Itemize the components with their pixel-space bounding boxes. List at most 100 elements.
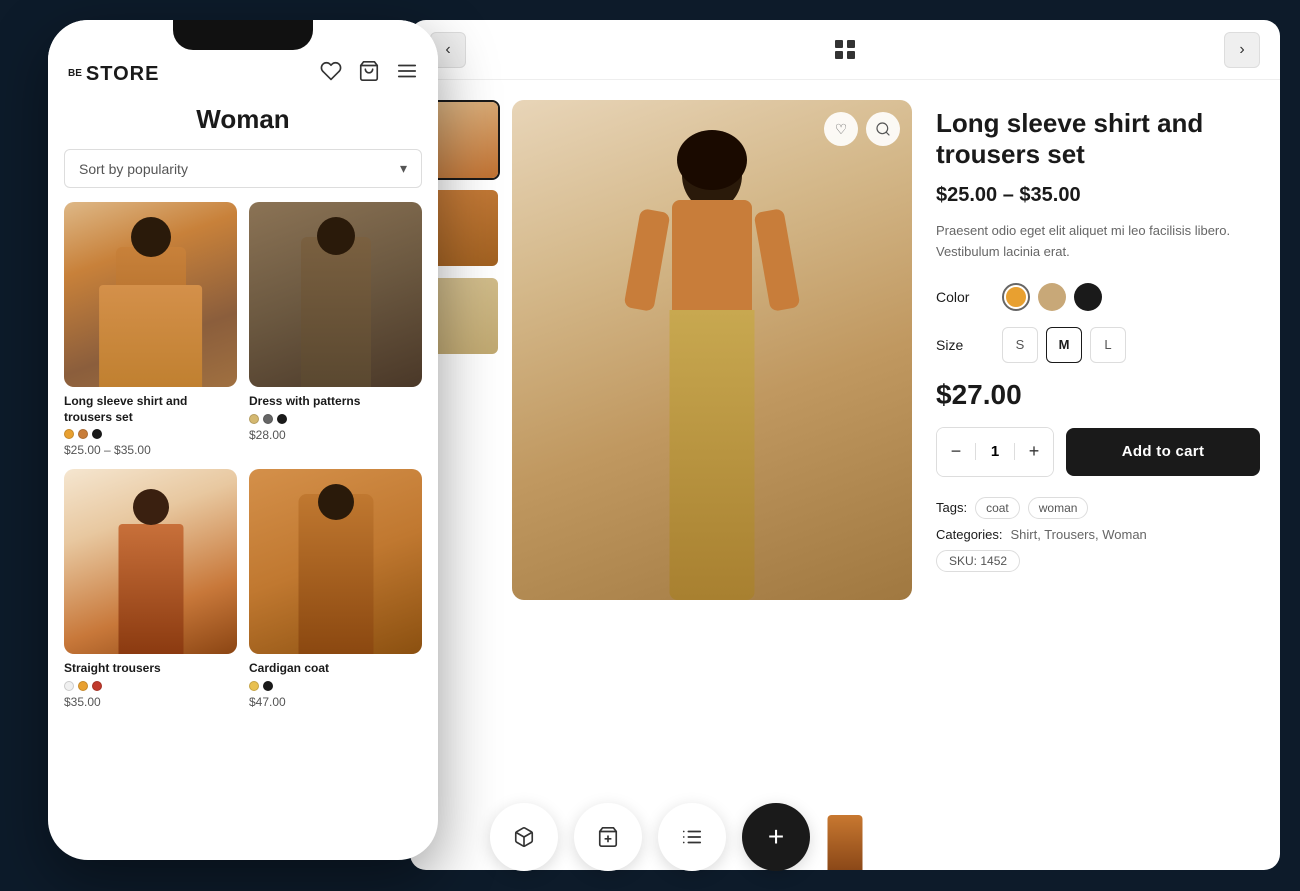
grid-cell [835,40,843,48]
color-options [1002,283,1102,311]
phone-inner: BE STORE Woman Sort by popularity ▾ [48,20,438,860]
cart-row: − 1 + Add to cart [936,427,1260,477]
product-img-placeholder-3 [64,469,237,654]
product-card-3[interactable]: Straight trousers $35.00 [64,469,237,709]
cart-icon[interactable] [358,60,380,88]
thumb-img-1 [432,102,498,178]
sku-label: SKU: [949,554,977,568]
categories-value: Shirt, Trousers, Woman [1010,527,1146,542]
toolbar-bag-button[interactable] [574,803,642,871]
bottom-toolbar: + [490,803,810,871]
phone-notch [173,20,313,50]
thumbnail-3[interactable] [430,276,500,356]
chevron-left-icon: ‹ [445,41,450,59]
detail-panel: ‹ › [410,20,1280,870]
detail-content: ♡ Long sleeve shirt and trousers set $25… [410,80,1280,870]
size-s[interactable]: S [1002,327,1038,363]
color-dot [249,681,259,691]
quantity-control: − 1 + [936,427,1054,477]
size-m[interactable]: M [1046,327,1082,363]
price-range: $25.00 – $35.00 [936,184,1260,207]
thumb-img-3 [432,278,498,354]
product-card-2[interactable]: Dress with patterns $28.00 [249,202,422,457]
logo-prefix: BE [68,69,82,79]
main-img-actions: ♡ [824,112,900,146]
color-dot [78,429,88,439]
zoom-button[interactable] [866,112,900,146]
toolbar-add-button[interactable]: + [742,803,810,871]
chevron-right-icon: › [1239,41,1244,59]
product-image-1 [64,202,237,387]
qty-increase-button[interactable]: + [1015,428,1053,476]
product-img-placeholder-2 [249,202,422,387]
thumbnail-2[interactable] [430,188,500,268]
color-dot [263,681,273,691]
phone-frame: BE STORE Woman Sort by popularity ▾ [48,20,438,860]
wishlist-icon[interactable] [320,60,342,88]
grid-cell [835,51,843,59]
color-option-orange[interactable] [1002,283,1030,311]
product-price-3: $35.00 [64,695,237,709]
toolbar-list-button[interactable] [658,803,726,871]
grid-cell [847,51,855,59]
color-label: Color [936,289,986,305]
tags-row: Tags: coat woman [936,497,1260,519]
plus-icon: + [768,821,784,853]
color-dot [277,414,287,424]
color-option-tan[interactable] [1038,283,1066,311]
header-icons [320,60,418,88]
grid-cell [847,40,855,48]
color-option-row: Color [936,283,1260,311]
logo-name: STORE [86,63,160,86]
grid-view-icon[interactable] [835,40,855,59]
app-logo[interactable]: BE STORE [68,63,159,86]
wishlist-product-button[interactable]: ♡ [824,112,858,146]
product-card-1[interactable]: Long sleeve shirt and trousers set $25.0… [64,202,237,457]
size-options: S M L [1002,327,1126,363]
product-price-2: $28.00 [249,428,422,442]
product-image-3 [64,469,237,654]
tag-woman[interactable]: woman [1028,497,1089,519]
product-colors-2 [249,414,422,424]
add-to-cart-button[interactable]: Add to cart [1066,428,1260,476]
product-info: Long sleeve shirt and trousers set $25.0… [936,100,1260,850]
current-price: $27.00 [936,379,1260,411]
size-label: Size [936,337,986,353]
thumbnail-1[interactable] [430,100,500,180]
detail-nav: ‹ › [410,20,1280,80]
product-detail-name: Long sleeve shirt and trousers set [936,108,1260,170]
box-icon [513,826,535,848]
sku-row: SKU: 1452 [936,550,1260,572]
bag-plus-icon [597,826,619,848]
categories-label: Categories: [936,527,1002,542]
color-dot [64,429,74,439]
product-card-4[interactable]: Cardigan coat $47.00 [249,469,422,709]
product-grid: Long sleeve shirt and trousers set $25.0… [48,202,438,709]
tags-label: Tags: [936,500,967,515]
toolbar-box-button[interactable] [490,803,558,871]
product-name-3: Straight trousers [64,661,237,677]
image-gallery: ♡ [430,100,912,850]
color-option-black[interactable] [1074,283,1102,311]
color-dot [92,429,102,439]
color-dot [249,414,259,424]
product-image-4 [249,469,422,654]
category-title: Woman [48,100,438,149]
model-figure [622,140,802,600]
list-icon [681,826,703,848]
product-name-1: Long sleeve shirt and trousers set [64,394,237,425]
tag-coat[interactable]: coat [975,497,1020,519]
product-description: Praesent odio eget elit aliquet mi leo f… [936,221,1260,263]
next-button[interactable]: › [1224,32,1260,68]
product-colors-1 [64,429,237,439]
product-colors-3 [64,681,237,691]
qty-decrease-button[interactable]: − [937,428,975,476]
sort-chevron-icon: ▾ [400,160,407,177]
color-dot [64,681,74,691]
sku-badge: SKU: 1452 [936,550,1020,572]
color-dot [78,681,88,691]
product-price-4: $47.00 [249,695,422,709]
sort-dropdown[interactable]: Sort by popularity ▾ [64,149,422,188]
menu-icon[interactable] [396,60,418,88]
size-l[interactable]: L [1090,327,1126,363]
